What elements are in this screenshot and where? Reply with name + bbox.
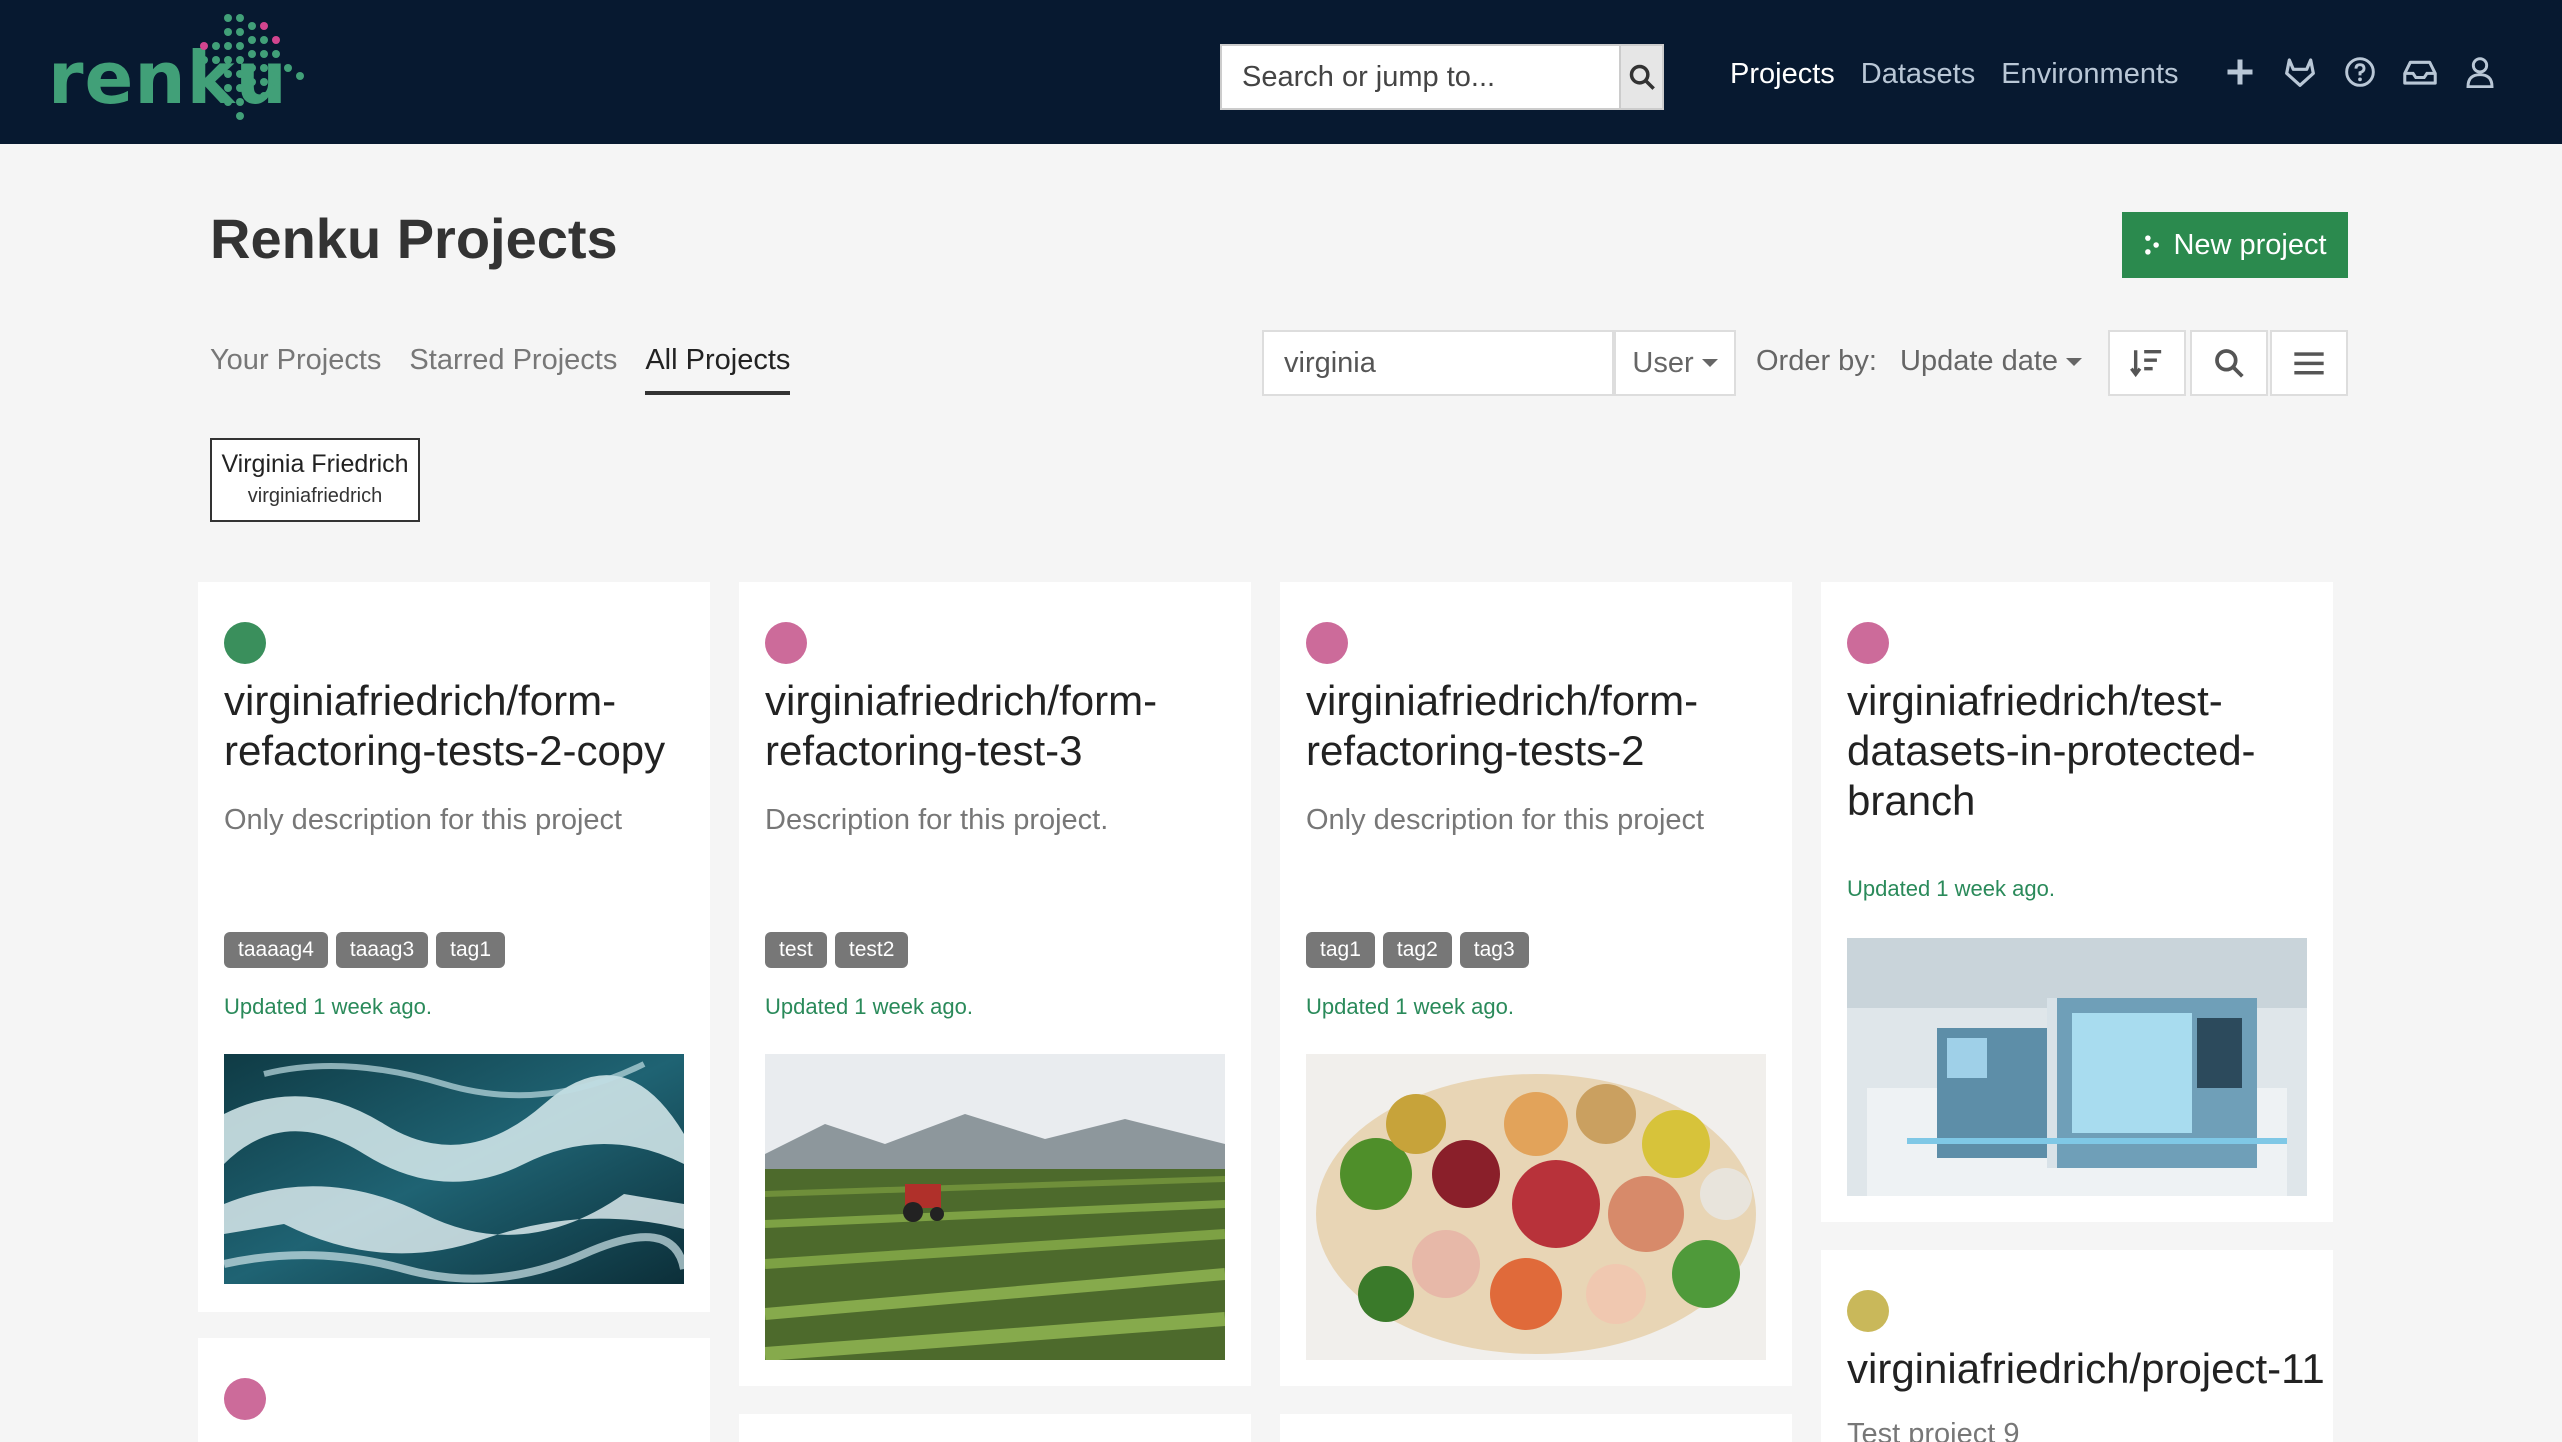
project-image-tractor-field [765,1054,1225,1360]
list-view-button[interactable] [2270,330,2348,396]
sort-direction-button[interactable] [2108,330,2186,396]
project-updated: Updated 1 week ago. [1847,876,2055,901]
project-image-fresh-food [1306,1054,1766,1360]
project-description: Only description for this project [1306,804,1705,836]
project-avatar-dot [1847,1290,1889,1332]
project-card[interactable] [739,1414,1251,1442]
search-icon [1629,64,1655,90]
project-tag: taaaag4 [224,932,328,968]
project-avatar-dot [765,622,807,664]
search-icon [2215,349,2244,378]
project-updated: Updated 1 week ago. [224,994,432,1019]
project-card[interactable]: virginiafriedrich/project-11 Test projec… [1821,1250,2333,1442]
project-image-ocean-waves [224,1054,684,1284]
project-tag: taaag3 [335,932,429,968]
user-chip-name: Virginia Friedrich [221,450,409,478]
project-title[interactable]: virginiafriedrich/form-refactoring-tests… [224,676,694,776]
global-search-input[interactable] [1222,46,1619,108]
project-title[interactable]: virginiafriedrich/test-datasets-in-prote… [1847,676,2317,826]
new-project-label: New project [2173,228,2327,261]
project-description: Only description for this project [224,804,623,836]
project-card[interactable]: virginiafriedrich/form-refactoring-test-… [739,582,1251,1386]
project-card[interactable]: virginiafriedrich/form-refactoring-tests… [198,582,710,1312]
logo-mark-icon [200,14,304,120]
chevron-down-icon [2066,357,2083,366]
project-image-industrial-machine [1847,938,2307,1196]
project-card[interactable]: virginiafriedrich/form-refactoring-tests… [1280,582,1792,1386]
main-nav: Projects Datasets Environments [1730,58,2179,91]
sort-desc-icon [2130,349,2162,378]
user-icon[interactable] [2462,52,2498,92]
plus-icon[interactable] [2222,52,2258,92]
search-scope-dropdown[interactable]: User [1614,330,1736,396]
project-card[interactable]: virginiafriedrich/test-datasets-in-prote… [1821,582,2333,1222]
project-avatar-dot [1847,622,1889,664]
project-tag: tag2 [1382,932,1452,968]
project-card[interactable] [198,1338,710,1442]
help-icon[interactable] [2342,52,2378,92]
search-scope-value: User [1632,346,1694,379]
project-description: Test project 9 [1847,1418,2020,1442]
menu-icon [2294,352,2324,375]
project-avatar-dot [224,622,266,664]
project-card[interactable] [1280,1414,1792,1442]
project-avatar-dot [1306,622,1348,664]
nav-icon-group [2222,52,2498,92]
project-search-input[interactable] [1262,330,1614,396]
project-tag: tag3 [1459,932,1529,968]
nav-datasets[interactable]: Datasets [1861,58,1975,91]
project-updated: Updated 1 week ago. [1306,994,1514,1019]
tab-all-projects[interactable]: All Projects [645,344,791,395]
order-by-value: Update date [1900,345,2059,377]
project-tag: tag1 [436,932,506,968]
tab-starred-projects[interactable]: Starred Projects [409,344,617,395]
project-description: Description for this project. [765,804,1109,836]
project-tags: tag1 tag2 tag3 [1306,932,1529,968]
plus-dots-icon [2145,235,2160,255]
project-tag: tag1 [1306,932,1375,968]
gitlab-icon[interactable] [2282,52,2318,92]
global-search-button[interactable] [1619,46,1662,108]
project-title[interactable]: virginiafriedrich/form-refactoring-test-… [765,676,1235,776]
top-navbar: renku Projects Datasets Environments [0,0,2562,144]
project-tag: test [765,932,827,968]
tab-your-projects[interactable]: Your Projects [210,344,381,395]
page-title: Renku Projects [210,207,618,270]
project-updated: Updated 1 week ago. [765,994,973,1019]
user-filter-chip[interactable]: Virginia Friedrich virginiafriedrich [210,438,420,522]
user-chip-handle: virginiafriedrich [247,485,383,507]
project-tabs: Your Projects Starred Projects All Proje… [210,344,791,395]
order-by-dropdown[interactable]: Update date [1900,345,2083,378]
project-avatar-dot [224,1378,266,1420]
global-search [1220,44,1664,110]
filter-search-button[interactable] [2190,330,2268,396]
new-project-button[interactable]: New project [2122,212,2348,278]
project-tags: test test2 [765,932,909,968]
nav-environments[interactable]: Environments [2001,58,2178,91]
project-tag: test2 [834,932,909,968]
chevron-down-icon [1701,359,1718,367]
renku-logo[interactable]: renku [48,6,348,126]
project-title[interactable]: virginiafriedrich/project-11 [1847,1344,2325,1394]
nav-projects[interactable]: Projects [1730,58,1835,91]
project-title[interactable]: virginiafriedrich/form-refactoring-tests… [1306,676,1776,776]
inbox-icon[interactable] [2402,52,2438,92]
order-by-label: Order by: [1756,345,1877,377]
project-tags: taaaag4 taaag3 tag1 [224,932,506,968]
